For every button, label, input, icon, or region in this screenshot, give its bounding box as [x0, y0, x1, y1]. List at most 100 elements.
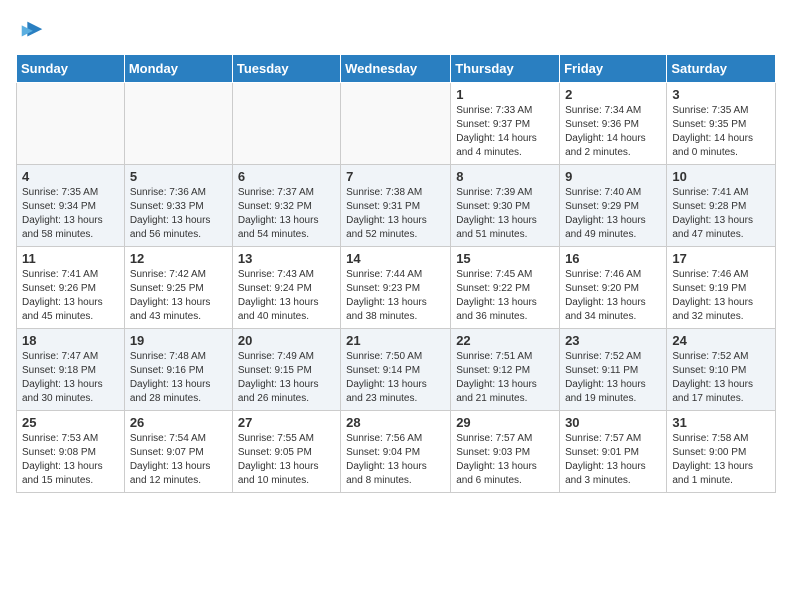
weekday-header-tuesday: Tuesday [232, 55, 340, 83]
day-info: Sunrise: 7:49 AM Sunset: 9:15 PM Dayligh… [238, 350, 335, 406]
day-info: Sunrise: 7:55 AM Sunset: 9:05 PM Dayligh… [238, 432, 335, 488]
day-cell: 1 Sunrise: 7:33 AM Sunset: 9:37 PM Daylig… [451, 83, 560, 165]
day-number: 12 [130, 251, 227, 266]
day-number: 27 [238, 415, 335, 430]
day-info: Sunrise: 7:42 AM Sunset: 9:25 PM Dayligh… [130, 268, 227, 324]
day-number: 30 [565, 415, 661, 430]
day-info: Sunrise: 7:35 AM Sunset: 9:34 PM Dayligh… [22, 186, 119, 242]
week-row-3: 11 Sunrise: 7:41 AM Sunset: 9:26 PM Dayli… [17, 247, 776, 329]
day-number: 3 [672, 87, 770, 102]
day-number: 6 [238, 169, 335, 184]
logo [16, 16, 46, 44]
day-info: Sunrise: 7:51 AM Sunset: 9:12 PM Dayligh… [456, 350, 554, 406]
day-number: 26 [130, 415, 227, 430]
day-cell: 26 Sunrise: 7:54 AM Sunset: 9:07 PM Dayli… [124, 411, 232, 493]
day-cell: 21 Sunrise: 7:50 AM Sunset: 9:14 PM Dayli… [341, 329, 451, 411]
day-number: 18 [22, 333, 119, 348]
day-cell: 28 Sunrise: 7:56 AM Sunset: 9:04 PM Dayli… [341, 411, 451, 493]
weekday-header-monday: Monday [124, 55, 232, 83]
day-number: 13 [238, 251, 335, 266]
day-cell: 14 Sunrise: 7:44 AM Sunset: 9:23 PM Dayli… [341, 247, 451, 329]
day-info: Sunrise: 7:41 AM Sunset: 9:26 PM Dayligh… [22, 268, 119, 324]
day-cell: 8Sunrise: 7:39 AM Sunset: 9:30 PM Daylig… [451, 165, 560, 247]
day-number: 31 [672, 415, 770, 430]
day-info: Sunrise: 7:45 AM Sunset: 9:22 PM Dayligh… [456, 268, 554, 324]
day-number: 11 [22, 251, 119, 266]
day-cell: 16Sunrise: 7:46 AM Sunset: 9:20 PM Dayli… [560, 247, 667, 329]
day-cell: 30 Sunrise: 7:57 AM Sunset: 9:01 PM Dayli… [560, 411, 667, 493]
day-info: Sunrise: 7:48 AM Sunset: 9:16 PM Dayligh… [130, 350, 227, 406]
weekday-header-saturday: Saturday [667, 55, 776, 83]
day-info: Sunrise: 7:54 AM Sunset: 9:07 PM Dayligh… [130, 432, 227, 488]
week-row-2: 4 Sunrise: 7:35 AM Sunset: 9:34 PM Daylig… [17, 165, 776, 247]
weekday-header-sunday: Sunday [17, 55, 125, 83]
weekday-header-friday: Friday [560, 55, 667, 83]
day-cell: 27 Sunrise: 7:55 AM Sunset: 9:05 PM Dayli… [232, 411, 340, 493]
week-row-4: 18 Sunrise: 7:47 AM Sunset: 9:18 PM Dayli… [17, 329, 776, 411]
day-info: Sunrise: 7:38 AM Sunset: 9:31 PM Dayligh… [346, 186, 445, 242]
day-number: 28 [346, 415, 445, 430]
day-number: 15 [456, 251, 554, 266]
day-number: 23 [565, 333, 661, 348]
day-cell: 7 Sunrise: 7:38 AM Sunset: 9:31 PM Daylig… [341, 165, 451, 247]
weekday-header-row: SundayMondayTuesdayWednesdayThursdayFrid… [17, 55, 776, 83]
day-info: Sunrise: 7:46 AM Sunset: 9:20 PM Dayligh… [565, 268, 661, 324]
day-cell: 19 Sunrise: 7:48 AM Sunset: 9:16 PM Dayli… [124, 329, 232, 411]
day-number: 21 [346, 333, 445, 348]
day-cell: 2 Sunrise: 7:34 AM Sunset: 9:36 PM Daylig… [560, 83, 667, 165]
day-info: Sunrise: 7:56 AM Sunset: 9:04 PM Dayligh… [346, 432, 445, 488]
day-number: 24 [672, 333, 770, 348]
page-header [16, 16, 776, 44]
day-cell: 20 Sunrise: 7:49 AM Sunset: 9:15 PM Dayli… [232, 329, 340, 411]
day-info: Sunrise: 7:36 AM Sunset: 9:33 PM Dayligh… [130, 186, 227, 242]
weekday-header-thursday: Thursday [451, 55, 560, 83]
day-cell [124, 83, 232, 165]
day-cell: 13 Sunrise: 7:43 AM Sunset: 9:24 PM Dayli… [232, 247, 340, 329]
day-info: Sunrise: 7:34 AM Sunset: 9:36 PM Dayligh… [565, 104, 661, 160]
day-cell [232, 83, 340, 165]
day-cell: 11 Sunrise: 7:41 AM Sunset: 9:26 PM Dayli… [17, 247, 125, 329]
day-number: 9 [565, 169, 661, 184]
day-info: Sunrise: 7:40 AM Sunset: 9:29 PM Dayligh… [565, 186, 661, 242]
day-cell [17, 83, 125, 165]
day-info: Sunrise: 7:52 AM Sunset: 9:10 PM Dayligh… [672, 350, 770, 406]
day-cell: 29 Sunrise: 7:57 AM Sunset: 9:03 PM Dayli… [451, 411, 560, 493]
week-row-1: 1 Sunrise: 7:33 AM Sunset: 9:37 PM Daylig… [17, 83, 776, 165]
weekday-header-wednesday: Wednesday [341, 55, 451, 83]
day-number: 19 [130, 333, 227, 348]
day-number: 22 [456, 333, 554, 348]
day-info: Sunrise: 7:57 AM Sunset: 9:03 PM Dayligh… [456, 432, 554, 488]
day-cell: 6 Sunrise: 7:37 AM Sunset: 9:32 PM Daylig… [232, 165, 340, 247]
day-number: 20 [238, 333, 335, 348]
day-number: 10 [672, 169, 770, 184]
day-info: Sunrise: 7:37 AM Sunset: 9:32 PM Dayligh… [238, 186, 335, 242]
day-info: Sunrise: 7:33 AM Sunset: 9:37 PM Dayligh… [456, 104, 554, 160]
day-number: 7 [346, 169, 445, 184]
day-number: 4 [22, 169, 119, 184]
day-cell: 10 Sunrise: 7:41 AM Sunset: 9:28 PM Dayli… [667, 165, 776, 247]
day-number: 2 [565, 87, 661, 102]
day-info: Sunrise: 7:57 AM Sunset: 9:01 PM Dayligh… [565, 432, 661, 488]
logo-icon [18, 16, 46, 44]
day-info: Sunrise: 7:50 AM Sunset: 9:14 PM Dayligh… [346, 350, 445, 406]
day-cell: 24 Sunrise: 7:52 AM Sunset: 9:10 PM Dayli… [667, 329, 776, 411]
day-number: 25 [22, 415, 119, 430]
day-cell: 17Sunrise: 7:46 AM Sunset: 9:19 PM Dayli… [667, 247, 776, 329]
day-info: Sunrise: 7:47 AM Sunset: 9:18 PM Dayligh… [22, 350, 119, 406]
day-info: Sunrise: 7:44 AM Sunset: 9:23 PM Dayligh… [346, 268, 445, 324]
day-cell: 22 Sunrise: 7:51 AM Sunset: 9:12 PM Dayli… [451, 329, 560, 411]
day-cell [341, 83, 451, 165]
day-cell: 4 Sunrise: 7:35 AM Sunset: 9:34 PM Daylig… [17, 165, 125, 247]
day-cell: 12 Sunrise: 7:42 AM Sunset: 9:25 PM Dayli… [124, 247, 232, 329]
day-cell: 9 Sunrise: 7:40 AM Sunset: 9:29 PM Daylig… [560, 165, 667, 247]
day-info: Sunrise: 7:52 AM Sunset: 9:11 PM Dayligh… [565, 350, 661, 406]
day-info: Sunrise: 7:58 AM Sunset: 9:00 PM Dayligh… [672, 432, 770, 488]
calendar-table: SundayMondayTuesdayWednesdayThursdayFrid… [16, 54, 776, 493]
day-info: Sunrise: 7:41 AM Sunset: 9:28 PM Dayligh… [672, 186, 770, 242]
day-number: 14 [346, 251, 445, 266]
day-number: 29 [456, 415, 554, 430]
day-number: 1 [456, 87, 554, 102]
day-cell: 18 Sunrise: 7:47 AM Sunset: 9:18 PM Dayli… [17, 329, 125, 411]
day-cell: 23 Sunrise: 7:52 AM Sunset: 9:11 PM Dayli… [560, 329, 667, 411]
day-info: Sunrise: 7:43 AM Sunset: 9:24 PM Dayligh… [238, 268, 335, 324]
